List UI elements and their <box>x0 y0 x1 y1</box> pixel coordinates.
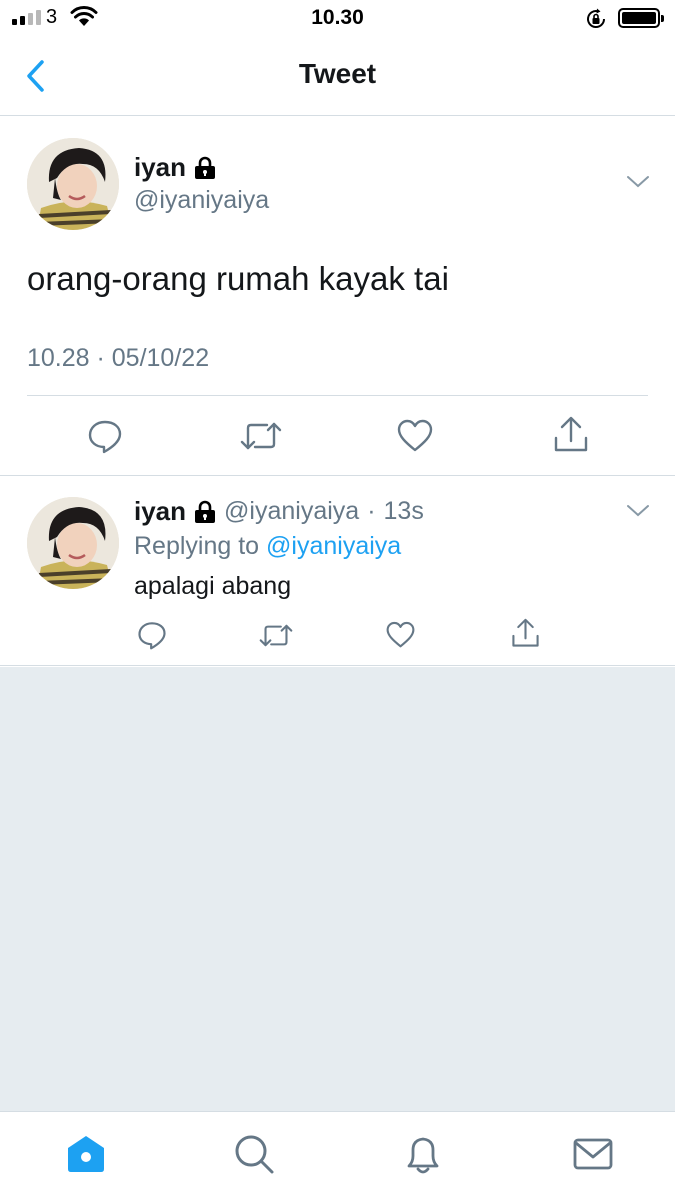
reply-author-handle[interactable]: @iyaniyaiya <box>224 497 359 526</box>
share-icon[interactable] <box>511 618 540 649</box>
page-title: Tweet <box>298 58 377 89</box>
author-row: iyan <box>134 152 216 183</box>
author-handle[interactable]: @iyaniyaiya <box>134 186 269 215</box>
main-tweet: iyan @iyaniyaiya orang-orang rumah kayak… <box>0 116 675 476</box>
replying-to-prefix: Replying to <box>134 532 260 560</box>
search-icon[interactable] <box>232 1132 276 1176</box>
reply-tweet[interactable]: iyan @iyaniyaiya · 13s Replying to @iyan… <box>0 476 675 666</box>
nav-bar: Tweet <box>0 36 675 116</box>
like-icon[interactable] <box>386 621 415 649</box>
tweet-text: orang-orang rumah kayak tai <box>27 260 449 297</box>
like-icon[interactable] <box>397 419 433 453</box>
reply-icon[interactable] <box>137 620 167 650</box>
notifications-icon[interactable] <box>401 1132 445 1176</box>
chevron-down-icon[interactable] <box>626 174 650 190</box>
avatar[interactable] <box>27 138 119 230</box>
lock-icon <box>195 500 216 523</box>
rotation-lock-icon <box>587 8 606 28</box>
status-time: 10.30 <box>311 6 364 29</box>
reply-icon[interactable] <box>87 418 123 454</box>
retweet-icon[interactable] <box>240 418 282 454</box>
reply-text: apalagi abang <box>134 572 292 600</box>
messages-icon[interactable] <box>571 1132 615 1176</box>
share-icon[interactable] <box>553 416 589 454</box>
reply-author-row: iyan @iyaniyaiya · 13s <box>134 496 424 527</box>
author-name[interactable]: iyan <box>134 152 186 183</box>
avatar[interactable] <box>27 497 119 589</box>
battery-icon <box>618 8 664 28</box>
status-bar: 3 10.30 <box>0 0 675 36</box>
tab-bar <box>0 1111 675 1200</box>
empty-background <box>0 667 675 1111</box>
divider <box>27 395 648 396</box>
chevron-down-icon[interactable] <box>626 503 650 519</box>
reply-age: 13s <box>383 497 424 525</box>
separator-dot: · <box>367 497 376 525</box>
retweet-icon[interactable] <box>259 621 293 650</box>
replying-to-line: Replying to @iyaniyaiya <box>134 532 401 561</box>
replying-to-link[interactable]: @iyaniyaiya <box>266 532 401 560</box>
home-icon[interactable] <box>64 1132 108 1176</box>
reply-author-name[interactable]: iyan <box>134 496 186 527</box>
lock-icon <box>195 156 216 179</box>
tweet-timestamp: 10.28 · 05/10/22 <box>27 344 210 372</box>
